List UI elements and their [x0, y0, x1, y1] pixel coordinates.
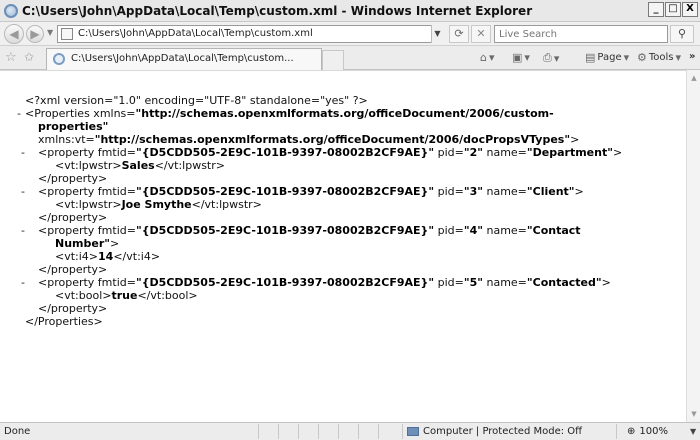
- ie-logo-icon: [4, 3, 18, 18]
- status-panel: [258, 424, 278, 439]
- xml-document-view: <?xml version="1.0" encoding="UTF-8" sta…: [0, 70, 686, 422]
- window-controls: _ □ X: [648, 2, 698, 17]
- print-icon: ⎙: [543, 51, 552, 64]
- refresh-button[interactable]: ⟳: [449, 25, 469, 43]
- status-panel: [278, 424, 298, 439]
- computer-icon: [407, 427, 419, 436]
- xml-property-close: </property>: [38, 211, 108, 224]
- vertical-scrollbar[interactable]: ▲ ▼: [686, 70, 700, 422]
- xml-property-value: <vt:lpwstr>Joe Smythe</vt:lpwstr>: [55, 198, 262, 211]
- tools-menu-button[interactable]: ⚙ Tools ▾: [637, 51, 681, 64]
- zoom-icon: ⊕: [627, 426, 636, 437]
- status-panel: [318, 424, 338, 439]
- url-text: C:\Users\John\AppData\Local\Temp\custom.…: [78, 28, 313, 39]
- page-icon: [61, 28, 73, 40]
- security-zone[interactable]: Computer | Protected Mode: Off: [402, 424, 582, 439]
- xml-properties-vt-ns: xmlns:vt="http://schemas.openxmlformats.…: [38, 133, 580, 146]
- minimize-button[interactable]: _: [648, 2, 664, 17]
- zone-text: Computer | Protected Mode: Off: [423, 426, 583, 437]
- status-panel: [298, 424, 318, 439]
- search-icon: ⚲: [677, 27, 687, 40]
- tab-current[interactable]: C:\Users\John\AppData\Local\Temp\custom.…: [46, 48, 322, 70]
- feeds-icon: ▣: [512, 51, 523, 64]
- home-icon: ⌂: [480, 51, 487, 64]
- scroll-down-icon[interactable]: ▼: [689, 408, 699, 420]
- xml-property-close: </property>: [38, 302, 108, 315]
- xml-properties-open-cont: properties": [38, 120, 109, 133]
- status-panels: [258, 424, 398, 439]
- xml-property-value: <vt:lpwstr>Sales</vt:lpwstr>: [55, 159, 225, 172]
- xml-property-open: - <property fmtid="{D5CDD505-2E9C-101B-9…: [21, 185, 584, 198]
- status-panel: [338, 424, 358, 439]
- maximize-button[interactable]: □: [665, 2, 681, 17]
- tab-bar: ☆ ✩ C:\Users\John\AppData\Local\Temp\cus…: [0, 46, 700, 70]
- status-text: Done: [4, 426, 31, 437]
- close-button[interactable]: X: [682, 2, 698, 17]
- xml-property-value: <vt:i4>14</vt:i4>: [55, 250, 161, 263]
- add-favorites-icon[interactable]: ✩: [24, 50, 34, 64]
- page-icon-cmd: ▤: [585, 51, 596, 64]
- status-panel: [358, 424, 378, 439]
- page-menu-button[interactable]: ▤ Page ▾: [585, 51, 629, 64]
- xml-declaration: <?xml version="1.0" encoding="UTF-8" sta…: [25, 94, 368, 107]
- xml-properties-close: </Properties>: [25, 315, 103, 328]
- xml-properties-open: - <Properties xmlns="http://schemas.open…: [17, 107, 554, 120]
- more-commands-button[interactable]: »: [689, 51, 695, 62]
- address-bar: ◀ ▶ ▼ C:\Users\John\AppData\Local\Temp\c…: [0, 22, 700, 46]
- xml-property-open-cont: Number">: [55, 237, 120, 250]
- xml-property-close: </property>: [38, 263, 108, 276]
- zoom-control[interactable]: ⊕ 100%: [616, 424, 668, 439]
- stop-button[interactable]: ✕: [471, 25, 491, 43]
- back-button[interactable]: ◀: [4, 24, 24, 44]
- xml-property-open: - <property fmtid="{D5CDD505-2E9C-101B-9…: [21, 276, 611, 289]
- forward-button[interactable]: ▶: [26, 25, 44, 43]
- xml-property-open: - <property fmtid="{D5CDD505-2E9C-101B-9…: [21, 224, 581, 237]
- xml-property-value: <vt:bool>true</vt:bool>: [55, 289, 198, 302]
- search-button[interactable]: ⚲: [670, 25, 694, 43]
- ie-tab-icon: [53, 53, 65, 65]
- status-panel: [378, 424, 398, 439]
- zoom-level: 100%: [639, 426, 668, 437]
- xml-property-open: - <property fmtid="{D5CDD505-2E9C-101B-9…: [21, 146, 623, 159]
- gear-icon: ⚙: [637, 51, 647, 64]
- xml-property-close: </property>: [38, 172, 108, 185]
- window-title: C:\Users\John\AppData\Local\Temp\custom.…: [22, 3, 533, 18]
- feeds-button[interactable]: ▣ ▾: [512, 51, 530, 64]
- search-field[interactable]: [494, 25, 668, 43]
- tab-label: C:\Users\John\AppData\Local\Temp\custom.…: [71, 53, 294, 64]
- url-dropdown-button[interactable]: ▼: [431, 25, 443, 43]
- print-button[interactable]: ⎙ ▾: [543, 51, 559, 65]
- search-input[interactable]: [495, 26, 667, 42]
- recent-pages-dropdown-icon[interactable]: ▼: [47, 28, 53, 37]
- url-field[interactable]: C:\Users\John\AppData\Local\Temp\custom.…: [57, 25, 443, 43]
- new-tab-button[interactable]: [322, 50, 344, 70]
- scroll-up-icon[interactable]: ▲: [689, 72, 699, 84]
- favorites-star-icon[interactable]: ☆: [5, 50, 17, 65]
- home-button[interactable]: ⌂ ▾: [480, 51, 495, 64]
- zoom-dropdown-icon[interactable]: ▼: [690, 427, 696, 436]
- title-bar: C:\Users\John\AppData\Local\Temp\custom.…: [0, 0, 700, 22]
- status-bar: Done Computer | Protected Mode: Off ⊕ 10…: [0, 422, 700, 440]
